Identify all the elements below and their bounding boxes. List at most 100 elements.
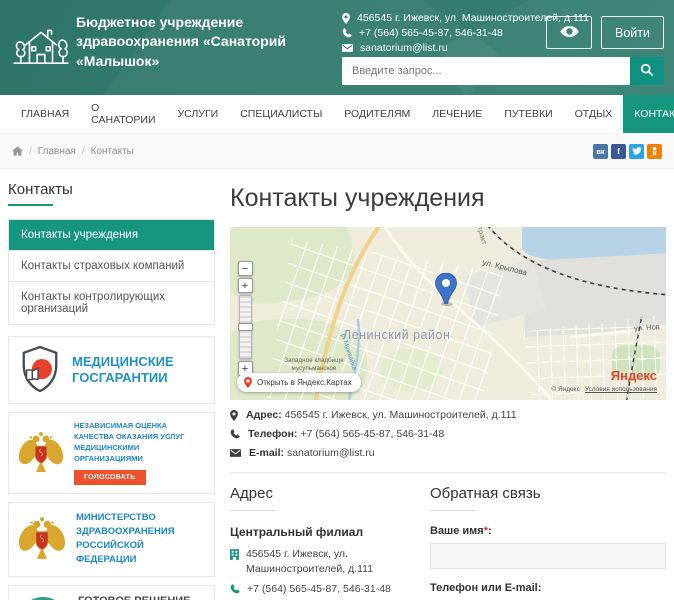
header-buttons: Войти xyxy=(546,16,664,49)
banner-title: МЕДИЦИНСКИЕ ГОСГАРАНТИИ xyxy=(72,354,205,385)
breadcrumb-current: Контакты xyxy=(91,146,134,157)
vk-icon[interactable]: вк xyxy=(593,144,608,159)
search-input[interactable] xyxy=(342,57,630,85)
heading-underline xyxy=(430,510,475,511)
zoom-out-button[interactable]: − xyxy=(238,261,253,276)
name-input[interactable] xyxy=(430,543,666,569)
nav-item-roditelyam[interactable]: РОДИТЕЛЯМ xyxy=(333,95,421,133)
odnoklassniki-icon[interactable] xyxy=(647,144,662,159)
branch-phone-row: +7 (564) 565-45-87, 546-31-48 xyxy=(230,582,405,597)
envelope-icon xyxy=(230,449,241,457)
home-icon[interactable] xyxy=(12,146,23,156)
terms-of-use-link[interactable]: Условия использования xyxy=(585,386,657,393)
site-header: Бюджетное учреждение здравоохранения «Са… xyxy=(0,0,674,95)
nav-item-glavnaya[interactable]: ГЛАВНАЯ xyxy=(10,95,80,133)
nav-item-specialisty[interactable]: СПЕЦИАЛИСТЫ xyxy=(229,95,333,133)
map-placemark-pin[interactable] xyxy=(435,273,457,311)
twitter-icon[interactable] xyxy=(629,144,644,159)
address-section: Адрес Центральный филиал 456545 г. Ижевс… xyxy=(230,485,405,600)
copyright-text: © Яндекс xyxy=(551,386,579,393)
search-button[interactable] xyxy=(630,57,664,85)
heading-underline xyxy=(230,510,275,511)
login-button[interactable]: Войти xyxy=(601,16,664,49)
map-zoom-control: − + + xyxy=(237,261,253,376)
field-phone-email: Телефон или E-mail: xyxy=(430,582,666,600)
map-copyright: © Яндекс Условия использования xyxy=(551,386,657,393)
banner-title: ГОТОВОЕ РЕШЕНИЕ ДЛЯ САЙТА САНАТОРИЯ xyxy=(78,594,205,600)
envelope-icon xyxy=(342,44,353,52)
sidebar-item-contacts-institution[interactable]: Контакты учреждения xyxy=(9,220,214,251)
contact-label: Адрес: xyxy=(246,409,282,421)
site-logo-house-icon[interactable] xyxy=(12,17,70,72)
feedback-section: Обратная связь Ваше имя*: Телефон или E-… xyxy=(430,485,666,600)
search-icon xyxy=(640,63,654,80)
content: Контакты Контакты учреждения Контакты ст… xyxy=(0,169,674,600)
nav-item-o-sanatorii[interactable]: О САНАТОРИИ xyxy=(80,95,166,133)
page: Бюджетное учреждение здравоохранения «Са… xyxy=(0,0,674,600)
breadcrumb-home-link[interactable]: Главная xyxy=(38,146,76,157)
facebook-icon[interactable]: f xyxy=(611,144,626,159)
phone-icon xyxy=(230,584,240,597)
zoom-in-button[interactable]: + xyxy=(238,278,253,293)
sidebar-item-contacts-regulators[interactable]: Контакты контролирующих организаций xyxy=(9,282,214,325)
russia-eagle-emblem-icon xyxy=(18,430,64,476)
building-icon xyxy=(230,549,239,577)
address-section-title: Адрес xyxy=(230,485,405,502)
vote-button[interactable]: ГОЛОСОВАТЬ xyxy=(74,470,146,485)
open-in-maps-label: Открыть в Яндекс.Картах xyxy=(257,378,352,387)
banner-med-guarantees[interactable]: МЕДИЦИНСКИЕ ГОСГАРАНТИИ xyxy=(8,336,215,404)
contact-row-address: Адрес: 456545 г. Ижевск, ул. Машинострои… xyxy=(230,409,666,421)
banner-title: НЕЗАВИСИМАЯ ОЦЕНКА КАЧЕСТВА ОКАЗАНИЯ УСЛ… xyxy=(74,421,205,465)
sidebar-menu: Контакты учреждения Контакты страховых к… xyxy=(8,219,215,325)
banner-simai-solution[interactable]: ГОТОВОЕ РЕШЕНИЕ ДЛЯ САЙТА САНАТОРИЯ SIMA… xyxy=(8,585,215,600)
map-label-nov-street: ул. Нов xyxy=(634,322,660,333)
page-title: Контакты учреждения xyxy=(230,184,666,213)
breadcrumb-separator: / xyxy=(82,146,85,157)
red-pin-icon xyxy=(244,377,252,388)
nav-item-kontakty[interactable]: КОНТАКТЫ xyxy=(623,95,674,133)
eye-icon xyxy=(560,25,579,40)
branch-address-row: 456545 г. Ижевск, ул. Машиностроителей, … xyxy=(230,547,405,577)
search-bar xyxy=(342,57,664,85)
header-phone: +7 (564) 565-45-87, 546-31-48 xyxy=(359,27,503,39)
contact-value: +7 (564) 565-45-87, 546-31-48 xyxy=(300,428,444,440)
contact-email-link[interactable]: sanatorium@list.ru xyxy=(287,447,375,459)
header-email-link[interactable]: sanatorium@list.ru xyxy=(360,42,448,54)
accessibility-eye-button[interactable] xyxy=(546,16,592,49)
branch-address: 456545 г. Ижевск, ул. Машиностроителей, … xyxy=(246,547,405,577)
zoom-slider-track[interactable] xyxy=(239,295,252,359)
contact-label: E-mail: xyxy=(249,447,284,459)
main-content: Контакты учреждения xyxy=(230,179,666,600)
location-pin-icon xyxy=(230,410,238,421)
yandex-logo[interactable]: Яндекс xyxy=(611,368,657,383)
field-name: Ваше имя*: xyxy=(430,525,666,582)
banner-health-ministry[interactable]: МИНИСТЕРСТВО ЗДРАВООХРАНЕНИЯ РОССИЙСКОЙ … xyxy=(8,502,215,577)
feedback-section-title: Обратная связь xyxy=(430,485,666,502)
phone-icon xyxy=(230,429,240,439)
social-icons: вк f xyxy=(593,144,662,159)
contact-row-phone: Телефон: +7 (564) 565-45-87, 546-31-48 xyxy=(230,428,666,440)
sidebar-title-underline xyxy=(8,204,53,206)
main-nav: ГЛАВНАЯ О САНАТОРИИ УСЛУГИ СПЕЦИАЛИСТЫ Р… xyxy=(0,95,674,133)
nav-item-otdyh[interactable]: ОТДЫХ xyxy=(564,95,624,133)
open-in-yandex-maps-button[interactable]: Открыть в Яндекс.Картах xyxy=(237,373,361,392)
phone-icon xyxy=(342,28,352,38)
phone-email-label: Телефон или E-mail: xyxy=(430,582,666,594)
breadcrumb-bar: / Главная / Контакты вк f xyxy=(0,133,674,169)
name-label: Ваше имя*: xyxy=(430,525,666,537)
banner-title: МИНИСТЕРСТВО ЗДРАВООХРАНЕНИЯ РОССИЙСКОЙ … xyxy=(76,511,205,568)
sidebar-title: Контакты xyxy=(8,179,215,204)
sidebar-item-contacts-insurance[interactable]: Контакты страховых компаний xyxy=(9,251,214,282)
russia-eagle-emblem-icon xyxy=(18,515,66,563)
branch-phone: +7 (564) 565-45-87, 546-31-48 xyxy=(247,582,391,597)
nav-item-uslugi[interactable]: УСЛУГИ xyxy=(167,95,230,133)
breadcrumb: / Главная / Контакты xyxy=(12,146,134,157)
banner-quality-rating[interactable]: НЕЗАВИСИМАЯ ОЦЕНКА КАЧЕСТВА ОКАЗАНИЯ УСЛ… xyxy=(8,412,215,494)
central-branch-title: Центральный филиал xyxy=(230,525,405,539)
contact-row-email: E-mail: sanatorium@list.ru xyxy=(230,447,666,459)
yandex-map[interactable]: тракт ул. Крылова Ленинский район Западн… xyxy=(230,227,666,400)
map-label-cemetery: Западное кладбище мусульманское xyxy=(276,357,352,372)
zoom-slider-handle[interactable] xyxy=(238,323,253,331)
nav-item-lechenie[interactable]: ЛЕЧЕНИЕ xyxy=(421,95,493,133)
nav-item-putevki[interactable]: ПУТЕВКИ xyxy=(493,95,563,133)
